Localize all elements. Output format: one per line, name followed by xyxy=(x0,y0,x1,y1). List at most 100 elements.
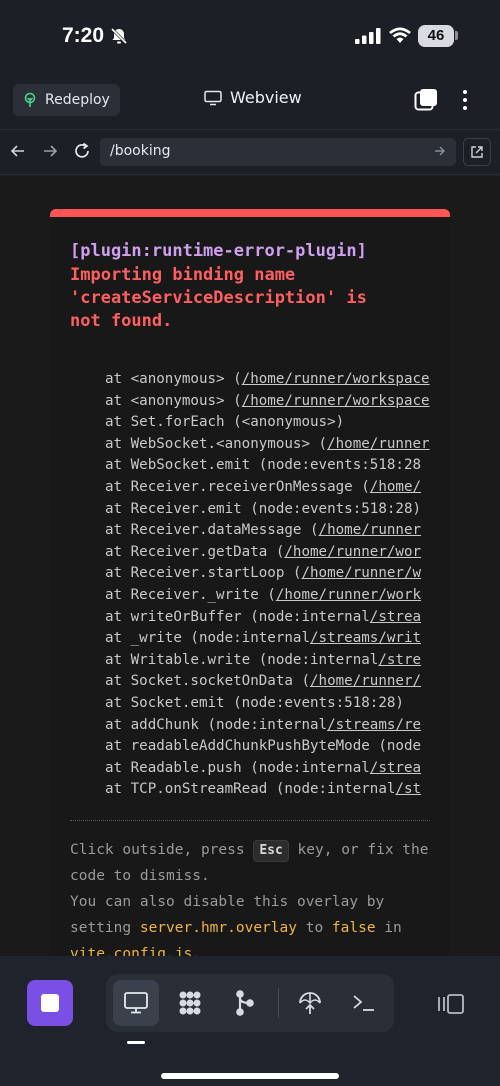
bottom-toolbar xyxy=(0,956,500,1086)
stack-text: at Readable.push (node:internal xyxy=(105,759,370,776)
tabs-icon[interactable] xyxy=(414,88,438,112)
more-vertical-icon[interactable] xyxy=(456,86,474,114)
stack-text: at WebSocket.<anonymous> ( xyxy=(105,435,328,452)
config-file: vite.config.js xyxy=(70,946,193,956)
stack-line: at TCP.onStreamRead (node:internal/st xyxy=(105,779,450,801)
stack-line: at Socket.socketOnData (/home/runner/ xyxy=(105,671,450,693)
stack-line: at WebSocket.<anonymous> (/home/runner xyxy=(105,434,450,456)
stack-line: at Receiver.startLoop (/home/runner/w xyxy=(105,563,450,585)
stack-path-link[interactable]: /streams/re xyxy=(327,717,421,733)
stack-text: at Writable.write (node:internal xyxy=(105,651,379,668)
sprout-icon xyxy=(24,92,36,107)
cellular-signal-icon xyxy=(355,28,381,44)
stack-line: at <anonymous> (/home/runner/workspace xyxy=(105,369,450,391)
stack-line: at WebSocket.emit (node:events:518:28 xyxy=(105,455,450,477)
stack-text: at Receiver.emit (node:events:518:28) xyxy=(105,500,422,517)
stack-line: at Receiver.receiverOnMessage (/home/ xyxy=(105,477,450,499)
stack-path-link[interactable]: /strea xyxy=(370,609,421,625)
tip-text: Click outside, press xyxy=(70,842,254,858)
reload-icon[interactable] xyxy=(73,142,91,160)
tip-text: to xyxy=(296,920,332,936)
stack-path-link[interactable]: /st xyxy=(395,781,421,797)
stack-path-link[interactable]: /home/runner/workspace xyxy=(242,393,430,409)
error-plugin: [plugin:runtime-error-plugin] xyxy=(70,241,367,261)
status-bar: 7:20 46 xyxy=(0,0,500,72)
stack-path-link[interactable]: /home/ xyxy=(370,479,421,495)
battery-tip xyxy=(455,31,458,40)
stack-line: at <anonymous> (/home/runner/workspace xyxy=(105,391,450,413)
stack-line: at writeOrBuffer (node:internal/strea xyxy=(105,607,450,629)
tool-shell[interactable] xyxy=(341,980,387,1026)
stack-text: at TCP.onStreamRead (node:internal xyxy=(105,781,396,798)
url-bar: /booking xyxy=(0,129,500,175)
arrow-left-icon[interactable] xyxy=(10,143,26,159)
stack-text: at readableAddChunkPushByteMode (node xyxy=(105,738,422,755)
stack-line: at Readable.push (node:internal/strea xyxy=(105,758,450,780)
stack-text: at WebSocket.emit (node:events:518:28 xyxy=(105,457,422,474)
stack-path-link[interactable]: /home/runner/wor xyxy=(284,544,421,560)
url-input[interactable]: /booking xyxy=(100,138,456,166)
redeploy-button[interactable]: Redeploy xyxy=(13,84,120,116)
stack-path-link[interactable]: /home/runner/ xyxy=(310,673,421,689)
stack-line: at Writable.write (node:internal/stre xyxy=(105,650,450,672)
stack-path-link[interactable]: /home/runner/workspace xyxy=(242,371,430,387)
stack-path-link[interactable]: /home/runner xyxy=(319,522,422,538)
stack-line: at Receiver.dataMessage (/home/runner xyxy=(105,520,450,542)
external-link-icon xyxy=(471,146,483,158)
bell-slash-icon xyxy=(110,27,128,45)
config-key: server.hmr.overlay xyxy=(139,920,297,936)
stack-line: at Socket.emit (node:events:518:28) xyxy=(105,693,450,715)
stack-line: at Set.forEach (<anonymous>) xyxy=(105,412,450,434)
stack-line: at Receiver.emit (node:events:518:28) xyxy=(105,499,450,521)
tool-preview[interactable] xyxy=(113,980,159,1026)
monitor-icon xyxy=(124,992,148,1014)
battery-level: 46 xyxy=(418,25,454,47)
stack-path-link[interactable]: /streams/writ xyxy=(310,630,421,646)
stack-text: at Socket.emit (node:events:518:28) xyxy=(105,694,404,711)
divider xyxy=(278,988,279,1018)
stack-line: at _write (node:internal/streams/writ xyxy=(105,628,450,650)
stack-line: at addChunk (node:internal/streams/re xyxy=(105,715,450,737)
dismiss-tip: Click outside, press Esc key, or fix the… xyxy=(70,837,430,956)
page-title: Webview xyxy=(230,88,302,107)
stack-text: at Receiver.receiverOnMessage ( xyxy=(105,478,370,495)
url-text: /booking xyxy=(110,143,171,159)
git-branch-icon xyxy=(236,990,254,1016)
stack-text: at Socket.socketOnData ( xyxy=(105,673,310,690)
stack-line: at Receiver._write (/home/runner/work xyxy=(105,585,450,607)
tool-workflows[interactable] xyxy=(167,980,213,1026)
stack-text: at Set.forEach (<anonymous>) xyxy=(105,414,345,431)
error-stack: at <anonymous> (/home/runner/workspace at… xyxy=(105,369,450,801)
arrow-right-icon[interactable] xyxy=(434,144,446,158)
stack-text: at _write (node:internal xyxy=(105,630,310,647)
arrow-right-icon[interactable] xyxy=(42,143,58,159)
deployments-icon xyxy=(299,992,321,1014)
stack-line: at Receiver.getData (/home/runner/wor xyxy=(105,542,450,564)
error-overlay[interactable]: [plugin:runtime-error-plugin] Importing … xyxy=(50,209,450,956)
webview-title: Webview xyxy=(204,88,302,107)
tool-git[interactable] xyxy=(221,980,267,1026)
stack-path-link[interactable]: /home/runner/work xyxy=(276,587,421,603)
stack-text: at Receiver._write ( xyxy=(105,586,276,603)
stack-text: at <anonymous> ( xyxy=(105,392,242,409)
stack-path-link[interactable]: /home/runner/w xyxy=(301,565,421,581)
stack-text: at writeOrBuffer (node:internal xyxy=(105,608,370,625)
redeploy-label: Redeploy xyxy=(45,92,110,108)
active-tab-indicator xyxy=(127,1041,145,1044)
stack-path-link[interactable]: /stre xyxy=(378,652,421,668)
stop-button[interactable] xyxy=(27,980,73,1026)
open-external-button[interactable] xyxy=(463,138,491,166)
panels-icon[interactable] xyxy=(437,992,465,1016)
stack-path-link[interactable]: /home/runner xyxy=(327,436,430,452)
tool-deployments[interactable] xyxy=(287,980,333,1026)
esc-key: Esc xyxy=(253,840,289,862)
workflows-icon xyxy=(179,991,201,1015)
status-time: 7:20 xyxy=(62,24,105,47)
tip-text: in xyxy=(375,920,402,936)
config-value: false xyxy=(331,920,376,936)
home-indicator xyxy=(161,1073,339,1079)
stack-text: at addChunk (node:internal xyxy=(105,716,328,733)
stack-path-link[interactable]: /strea xyxy=(370,760,421,776)
webview-content[interactable]: [plugin:runtime-error-plugin] Importing … xyxy=(0,176,500,956)
tip-text: . xyxy=(192,946,201,956)
